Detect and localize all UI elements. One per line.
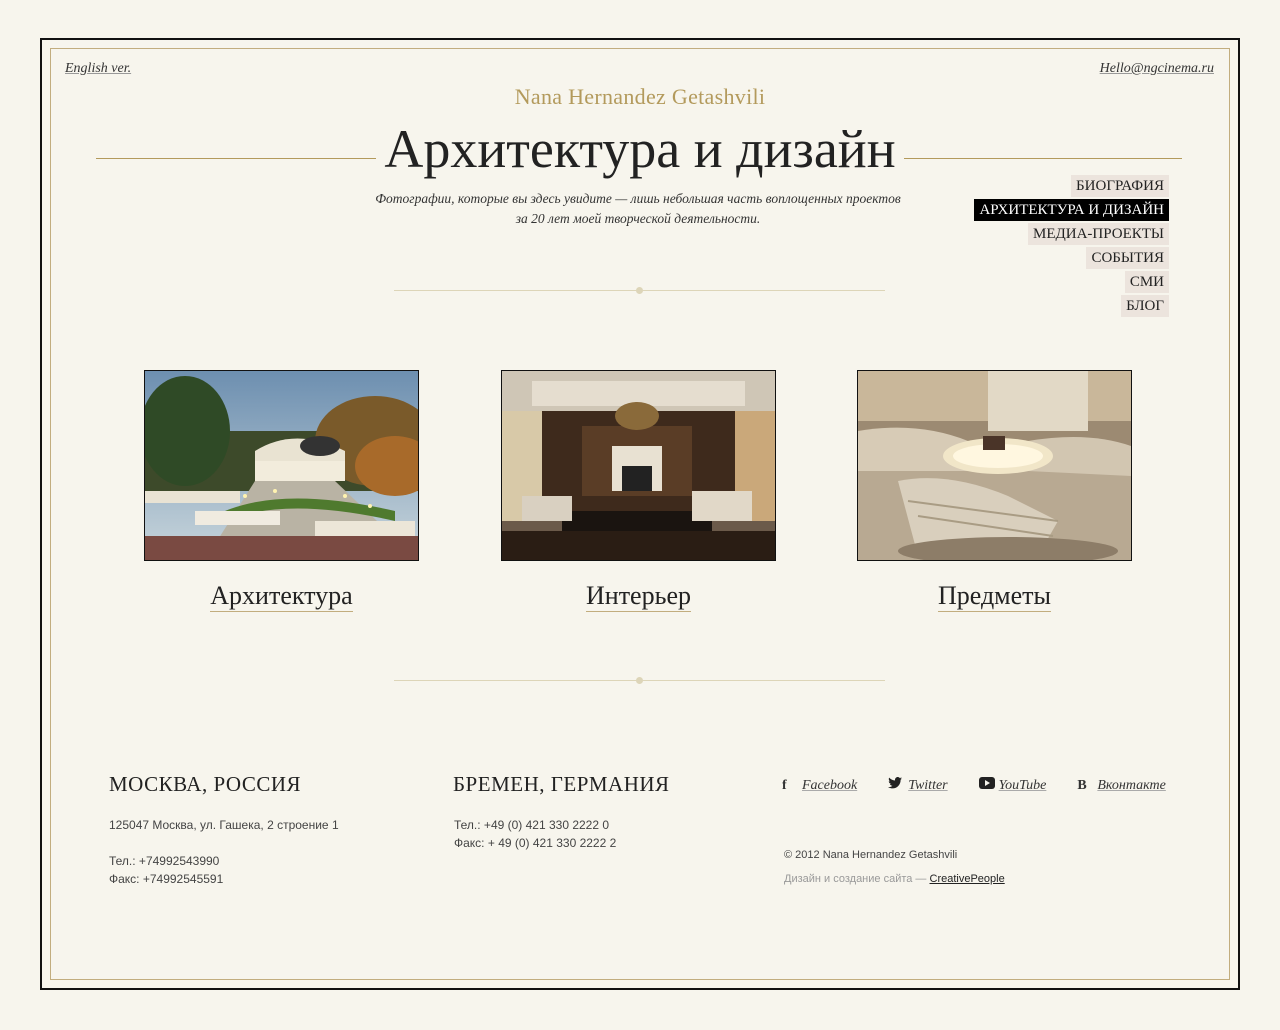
brand-name[interactable]: Nana Hernandez Getashvili xyxy=(0,84,1280,110)
credit-prefix: Дизайн и создание сайта — xyxy=(784,873,930,885)
nav-item-blog[interactable]: БЛОГ xyxy=(1121,295,1169,317)
main-nav: БИОГРАФИЯ АРХИТЕКТУРА И ДИЗАЙН МЕДИА-ПРО… xyxy=(929,175,1169,319)
category-label-objects: Предметы xyxy=(937,581,1052,612)
social-links: f Facebook Twitter YouTube В Вконтакте xyxy=(782,776,1182,794)
page-title: Архитектура и дизайн xyxy=(384,119,896,179)
copyright: © 2012 Nana Hernandez Getashvili xyxy=(784,849,958,861)
nav-item-architecture-design[interactable]: АРХИТЕКТУРА И ДИЗАЙН xyxy=(974,199,1169,221)
vk-icon: В xyxy=(1077,778,1087,793)
divider-dot xyxy=(636,677,643,684)
vk-link[interactable]: В Вконтакте xyxy=(1077,778,1165,794)
category-link-interior[interactable]: Интерьер xyxy=(501,581,776,612)
category-card-interior[interactable]: Интерьер xyxy=(501,370,776,612)
interior-photo-art xyxy=(502,371,775,560)
nav-item-press[interactable]: СМИ xyxy=(1124,271,1169,293)
youtube-label: YouTube xyxy=(998,778,1047,793)
bremen-fax: Факс: + 49 (0) 421 330 2222 2 xyxy=(454,836,617,850)
divider-top xyxy=(394,287,885,294)
nav-item-events[interactable]: СОБЫТИЯ xyxy=(1086,247,1169,269)
email-link[interactable]: Hello@ngcinema.ru xyxy=(1100,61,1214,77)
facebook-icon: f xyxy=(782,778,787,793)
category-label-architecture: Архитектура xyxy=(210,581,353,612)
category-link-objects[interactable]: Предметы xyxy=(857,581,1132,612)
bremen-city-heading: БРЕМЕН, ГЕРМАНИЯ xyxy=(453,772,670,796)
moscow-fax: Факс: +74992545591 xyxy=(109,872,224,886)
category-card-architecture[interactable]: Архитектура xyxy=(144,370,419,612)
site-credit: Дизайн и создание сайта — CreativePeople xyxy=(784,873,1005,885)
subtitle-line-1: Фотографии, которые вы здесь увидите — л… xyxy=(375,191,901,206)
nav-item-biography[interactable]: БИОГРАФИЯ xyxy=(1071,175,1169,197)
moscow-city-heading: МОСКВА, РОССИЯ xyxy=(109,772,302,796)
twitter-label: Twitter xyxy=(908,778,948,793)
twitter-link[interactable]: Twitter xyxy=(888,777,948,794)
moscow-address: 125047 Москва, ул. Гашека, 2 строение 1 xyxy=(109,818,339,832)
youtube-icon xyxy=(978,777,995,794)
facebook-label: Facebook xyxy=(802,778,858,793)
subtitle-line-2: за 20 лет моей творческой деятельности. xyxy=(515,211,761,226)
youtube-play-glyph xyxy=(978,777,995,789)
divider-bottom xyxy=(394,677,885,684)
page-subtitle: Фотографии, которые вы здесь увидите — л… xyxy=(340,189,936,229)
category-card-objects[interactable]: Предметы xyxy=(857,370,1132,612)
twitter-icon xyxy=(888,777,904,794)
bremen-phone: Тел.: +49 (0) 421 330 2222 0 xyxy=(454,818,610,832)
divider-dot xyxy=(636,287,643,294)
youtube-link[interactable]: YouTube xyxy=(978,777,1047,794)
architecture-photo[interactable] xyxy=(144,370,419,561)
objects-photo[interactable] xyxy=(857,370,1132,561)
creativepeople-link[interactable]: CreativePeople xyxy=(930,873,1005,885)
twitter-bird-glyph xyxy=(888,777,903,789)
nav-item-media-projects[interactable]: МЕДИА-ПРОЕКТЫ xyxy=(1028,223,1169,245)
category-link-architecture[interactable]: Архитектура xyxy=(144,581,419,612)
facebook-link[interactable]: f Facebook xyxy=(782,778,857,794)
objects-photo-art xyxy=(858,371,1131,560)
category-label-interior: Интерьер xyxy=(586,581,691,612)
interior-photo[interactable] xyxy=(501,370,776,561)
architecture-photo-art xyxy=(145,371,418,560)
vk-label: Вконтакте xyxy=(1097,778,1166,793)
english-version-link[interactable]: English ver. xyxy=(65,61,131,77)
moscow-phone: Тел.: +74992543990 xyxy=(109,854,220,868)
